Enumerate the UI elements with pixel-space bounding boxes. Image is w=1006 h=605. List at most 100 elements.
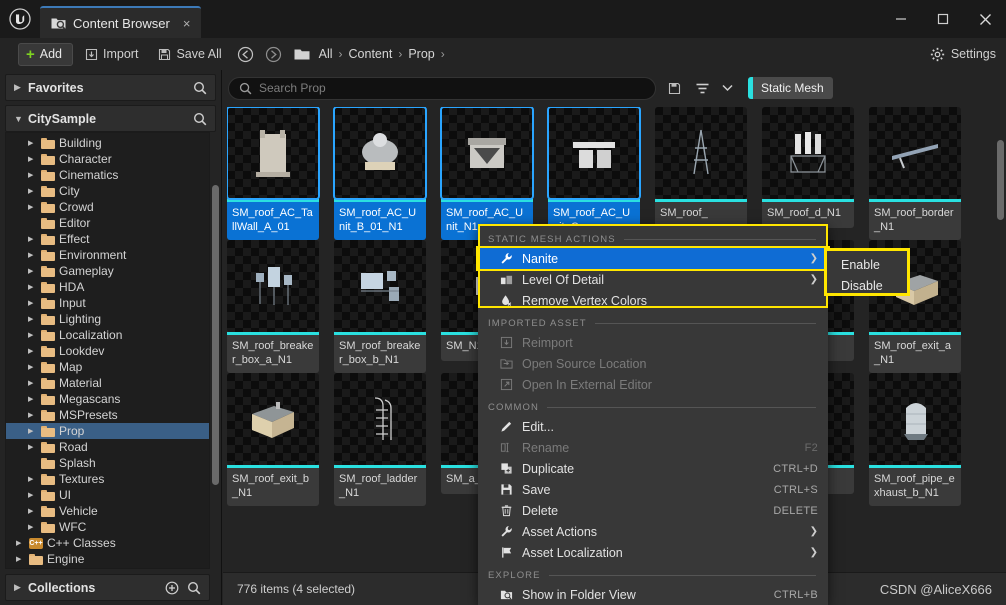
chevron-right-icon[interactable]: ▶ bbox=[28, 187, 37, 195]
save-all-button[interactable]: Save All bbox=[150, 42, 229, 66]
chevron-right-icon[interactable]: ▶ bbox=[28, 395, 37, 403]
tree-item-megascans[interactable]: ▶ Megascans bbox=[6, 391, 209, 407]
asset-tile[interactable]: SM_roof_breaker_box_a_N1 bbox=[227, 240, 319, 373]
tree-item-material[interactable]: ▶ Material bbox=[6, 375, 209, 391]
search-icon[interactable] bbox=[187, 581, 201, 595]
asset-thumbnail[interactable] bbox=[440, 107, 534, 200]
chevron-right-icon[interactable]: ▶ bbox=[14, 82, 28, 93]
tree-item-input[interactable]: ▶ Input bbox=[6, 295, 209, 311]
chevron-right-icon[interactable]: ▶ bbox=[28, 331, 37, 339]
chevron-right-icon[interactable]: ▶ bbox=[14, 582, 28, 593]
tree-item-character[interactable]: ▶ Character bbox=[6, 151, 209, 167]
asset-thumbnail[interactable] bbox=[227, 373, 319, 465]
search-input[interactable]: Search Prop bbox=[228, 76, 656, 100]
menu-item-remove-vertex-colors[interactable]: Remove Vertex Colors bbox=[478, 290, 828, 311]
chevron-right-icon[interactable]: ▶ bbox=[28, 171, 37, 179]
tree-item-gameplay[interactable]: ▶ Gameplay bbox=[6, 263, 209, 279]
tab-close-icon[interactable]: × bbox=[183, 17, 191, 30]
asset-tile[interactable]: SM_roof_AC_Unit_N1 bbox=[440, 107, 534, 240]
tree-item-wfc[interactable]: ▶ WFC bbox=[6, 519, 209, 535]
tree-item-c-classes[interactable]: ▶ C++ C++ Classes bbox=[6, 535, 209, 551]
asset-thumbnail[interactable] bbox=[762, 107, 854, 199]
chevron-right-icon[interactable]: ▶ bbox=[28, 155, 37, 163]
tree-item-mspresets[interactable]: ▶ MSPresets bbox=[6, 407, 209, 423]
chevron-down-icon[interactable] bbox=[720, 77, 734, 99]
chevron-right-icon[interactable]: ▶ bbox=[28, 203, 37, 211]
tree-item-crowd[interactable]: ▶ Crowd bbox=[6, 199, 209, 215]
chevron-right-icon[interactable]: ▶ bbox=[16, 555, 25, 563]
tree-item-editor[interactable]: ▶Editor bbox=[6, 215, 209, 231]
asset-tile[interactable]: SM_roof_AC_Unit_B_01_N1 bbox=[333, 107, 427, 240]
breadcrumb-item-prop[interactable]: Prop bbox=[405, 47, 437, 61]
menu-item-show-in-folder-view[interactable]: Show in Folder View CTRL+B bbox=[478, 584, 828, 605]
maximize-button[interactable] bbox=[922, 4, 964, 34]
chevron-right-icon[interactable]: ▶ bbox=[28, 411, 37, 419]
asset-tile[interactable]: SM_roof_d_N1 bbox=[762, 107, 854, 240]
citysample-header[interactable]: ▼ CitySample bbox=[5, 105, 216, 132]
chevron-right-icon[interactable]: ▶ bbox=[28, 299, 37, 307]
tree-item-effect[interactable]: ▶ Effect bbox=[6, 231, 209, 247]
asset-thumbnail[interactable] bbox=[547, 107, 641, 200]
filter-icon[interactable] bbox=[692, 77, 712, 99]
menu-item-delete[interactable]: Delete DELETE bbox=[478, 500, 828, 521]
tree-item-ui[interactable]: ▶ UI bbox=[6, 487, 209, 503]
folder-tree-scrollbar[interactable] bbox=[212, 185, 219, 485]
chevron-right-icon[interactable]: ▶ bbox=[28, 347, 37, 355]
asset-context-menu[interactable]: STATIC MESH ACTIONS Nanite ❯ Level Of Detai… bbox=[476, 224, 830, 605]
tree-item-textures[interactable]: ▶ Textures bbox=[6, 471, 209, 487]
chevron-right-icon[interactable]: ▶ bbox=[28, 315, 37, 323]
asset-tile[interactable]: SM_roof_AC_Unit_C bbox=[547, 107, 641, 240]
add-collection-icon[interactable] bbox=[165, 581, 179, 595]
menu-item-duplicate[interactable]: Duplicate CTRL+D bbox=[478, 458, 828, 479]
asset-thumbnail[interactable] bbox=[869, 373, 961, 465]
asset-thumbnail[interactable] bbox=[334, 240, 426, 332]
menu-item-nanite[interactable]: Nanite ❯ bbox=[476, 246, 830, 271]
tree-item-city[interactable]: ▶ City bbox=[6, 183, 209, 199]
tree-item-lighting[interactable]: ▶ Lighting bbox=[6, 311, 209, 327]
back-button[interactable] bbox=[234, 42, 258, 66]
menu-item-save[interactable]: Save CTRL+S bbox=[478, 479, 828, 500]
submenu-item-disable[interactable]: Disable bbox=[827, 275, 907, 296]
menu-item-level-of-detail[interactable]: Level Of Detail ❯ bbox=[478, 269, 828, 290]
asset-tile[interactable]: SM_roof_border_N1 bbox=[869, 107, 961, 240]
filter-chip-static-mesh[interactable]: Static Mesh bbox=[748, 77, 833, 99]
asset-thumbnail[interactable] bbox=[227, 107, 320, 200]
chevron-right-icon[interactable]: ▶ bbox=[28, 475, 37, 483]
tree-item-prop[interactable]: ▶ Prop bbox=[6, 423, 209, 439]
tab-content-browser[interactable]: Content Browser × bbox=[40, 6, 202, 38]
asset-thumbnail[interactable] bbox=[333, 107, 427, 200]
tree-item-vehicle[interactable]: ▶ Vehicle bbox=[6, 503, 209, 519]
asset-tile[interactable]: SM_roof_pipe_exhaust_b_N1 bbox=[869, 373, 961, 506]
settings-button[interactable]: Settings bbox=[930, 47, 996, 62]
chevron-right-icon[interactable]: ▶ bbox=[28, 379, 37, 387]
nanite-submenu[interactable]: Enable Disable bbox=[824, 248, 910, 296]
asset-grid-scrollbar[interactable] bbox=[997, 140, 1004, 220]
chevron-right-icon[interactable]: ▶ bbox=[28, 267, 37, 275]
save-search-icon[interactable] bbox=[664, 77, 684, 99]
asset-tile[interactable]: SM_roof_ bbox=[655, 107, 747, 240]
menu-item-edit[interactable]: Edit... bbox=[478, 416, 828, 437]
chevron-right-icon[interactable]: ▶ bbox=[16, 539, 25, 547]
search-icon[interactable] bbox=[193, 112, 207, 126]
tree-item-cinematics[interactable]: ▶ Cinematics bbox=[6, 167, 209, 183]
asset-thumbnail[interactable] bbox=[869, 107, 961, 199]
chevron-right-icon[interactable]: ▶ bbox=[28, 491, 37, 499]
favorites-header[interactable]: ▶ Favorites bbox=[5, 74, 216, 101]
asset-tile[interactable]: SM_roof_AC_TallWall_A_01 bbox=[227, 107, 320, 240]
asset-tile[interactable]: SM_roof_exit_b_N1 bbox=[227, 373, 319, 506]
chevron-right-icon[interactable]: ▶ bbox=[28, 523, 37, 531]
breadcrumb-item-content[interactable]: Content bbox=[346, 47, 396, 61]
close-button[interactable] bbox=[964, 4, 1006, 34]
asset-thumbnail[interactable] bbox=[227, 240, 319, 332]
tree-item-road[interactable]: ▶ Road bbox=[6, 439, 209, 455]
chevron-right-icon[interactable]: ▶ bbox=[28, 443, 37, 451]
tree-item-building[interactable]: ▶ Building bbox=[6, 135, 209, 151]
search-icon[interactable] bbox=[193, 81, 207, 95]
collections-header[interactable]: ▶ Collections bbox=[5, 574, 210, 601]
tree-item-environment[interactable]: ▶ Environment bbox=[6, 247, 209, 263]
tree-item-localization[interactable]: ▶ Localization bbox=[6, 327, 209, 343]
forward-button[interactable] bbox=[262, 42, 286, 66]
chevron-right-icon[interactable]: ▶ bbox=[28, 235, 37, 243]
tree-item-map[interactable]: ▶ Map bbox=[6, 359, 209, 375]
asset-thumbnail[interactable] bbox=[334, 373, 426, 465]
